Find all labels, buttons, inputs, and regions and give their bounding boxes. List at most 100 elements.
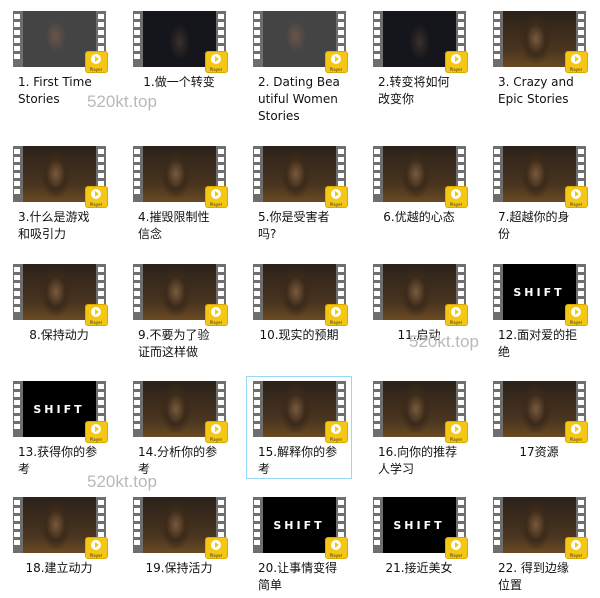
player-badge-icon: Player <box>84 186 108 208</box>
video-file-item[interactable]: SHIFT Player 13.获得你的参考 <box>7 377 111 478</box>
film-hole <box>14 189 20 194</box>
film-hole <box>494 384 500 389</box>
film-hole <box>374 392 380 397</box>
player-badge-icon: Player <box>564 186 588 208</box>
film-hole <box>218 157 224 162</box>
play-icon <box>570 424 581 434</box>
video-thumbnail: Player <box>372 381 468 443</box>
play-icon <box>450 307 461 317</box>
film-hole <box>218 400 224 405</box>
video-thumbnail: Player <box>252 264 348 326</box>
badge-text: Player <box>329 67 343 72</box>
film-hole <box>218 267 224 272</box>
film-hole <box>134 275 140 280</box>
film-hole <box>254 524 260 529</box>
video-file-item[interactable]: Player 1.做一个转变 <box>127 7 231 91</box>
film-hole <box>458 157 464 162</box>
film-hole <box>338 38 344 43</box>
video-file-item[interactable]: Player 3.什么是游戏和吸引力 <box>7 142 111 243</box>
film-hole <box>374 46 380 51</box>
film-hole <box>374 384 380 389</box>
film-hole <box>458 14 464 19</box>
film-hole <box>338 500 344 505</box>
video-file-item[interactable]: Player 4.摧毁限制性信念 <box>127 142 231 243</box>
video-file-item[interactable]: Player 16.向你的推荐人学习 <box>367 377 471 478</box>
video-file-item[interactable]: SHIFT Player 21.接近美女 <box>367 479 471 577</box>
video-file-item[interactable]: Player 8.保持动力 <box>7 260 111 344</box>
video-file-item[interactable]: Player 2. Dating Beautiful Women Stories <box>247 7 351 125</box>
video-file-item[interactable]: Player 3. Crazy and Epic Stories <box>487 7 591 108</box>
film-hole <box>578 157 584 162</box>
film-hole <box>374 500 380 505</box>
film-hole <box>458 38 464 43</box>
film-hole <box>458 30 464 35</box>
play-icon <box>450 540 461 550</box>
film-hole <box>134 416 140 421</box>
film-hole <box>458 22 464 27</box>
player-badge-icon: Player <box>204 51 228 73</box>
video-file-item[interactable]: Player 6.优越的心态 <box>367 142 471 226</box>
film-hole <box>254 384 260 389</box>
film-strip <box>133 381 142 437</box>
film-hole <box>254 46 260 51</box>
film-hole <box>254 392 260 397</box>
video-file-item[interactable]: Player 17资源 <box>487 377 591 461</box>
film-hole <box>494 54 500 59</box>
film-hole <box>494 46 500 51</box>
film-hole <box>494 149 500 154</box>
video-file-item[interactable]: Player 18.建立动力 <box>7 479 111 577</box>
video-file-item[interactable]: Player 10.现实的预期 <box>247 260 351 344</box>
video-file-item[interactable]: SHIFT Player 20.让事情变得简单 <box>247 479 351 592</box>
badge-text: Player <box>569 437 583 442</box>
badge-text: Player <box>89 437 103 442</box>
play-icon <box>450 54 461 64</box>
film-hole <box>374 173 380 178</box>
player-badge-icon: Player <box>84 51 108 73</box>
video-thumbnail: Player <box>132 497 228 559</box>
play-icon <box>570 189 581 199</box>
film-hole <box>338 508 344 513</box>
video-thumbnail: SHIFT Player <box>12 381 108 443</box>
film-hole <box>494 524 500 529</box>
film-hole <box>14 283 20 288</box>
film-hole <box>98 508 104 513</box>
film-hole <box>254 30 260 35</box>
video-file-item[interactable]: SHIFT Player 12.面对爱的拒绝 <box>487 260 591 361</box>
badge-text: Player <box>89 320 103 325</box>
video-thumbnail: Player <box>252 381 348 443</box>
video-file-item[interactable]: Player 14.分析你的参考 <box>127 377 231 478</box>
file-name: 21.接近美女 <box>385 561 453 575</box>
video-file-item[interactable]: Player 19.保持活力 <box>127 479 231 577</box>
film-strip <box>493 146 502 202</box>
film-hole <box>14 424 20 429</box>
film-hole <box>578 267 584 272</box>
film-hole <box>494 408 500 413</box>
film-hole <box>578 30 584 35</box>
film-hole <box>494 14 500 19</box>
film-hole <box>254 149 260 154</box>
film-strip <box>133 497 142 553</box>
film-hole <box>254 283 260 288</box>
film-hole <box>134 54 140 59</box>
video-file-item[interactable]: Player 5.你是受害者吗? <box>247 142 351 243</box>
film-strip <box>13 11 22 67</box>
video-file-item[interactable]: Player 9.不要为了验证而这样做 <box>127 260 231 361</box>
film-hole <box>218 508 224 513</box>
film-hole <box>134 508 140 513</box>
badge-text: Player <box>329 202 343 207</box>
video-file-item[interactable]: Player 15.解释你的参考 <box>246 376 352 479</box>
video-file-item[interactable]: Player 2.转变将如何改变你 <box>367 7 471 108</box>
film-strip <box>13 497 22 553</box>
video-file-item[interactable]: Player 7.超越你的身份 <box>487 142 591 243</box>
video-file-item[interactable]: Player 22. 得到边缘位置 <box>487 479 591 592</box>
film-hole <box>338 392 344 397</box>
play-icon <box>210 424 221 434</box>
player-badge-icon: Player <box>564 51 588 73</box>
film-hole <box>578 283 584 288</box>
badge-text: Player <box>89 67 103 72</box>
film-hole <box>458 500 464 505</box>
film-hole <box>254 532 260 537</box>
player-badge-icon: Player <box>564 304 588 326</box>
film-hole <box>494 291 500 296</box>
film-hole <box>98 392 104 397</box>
